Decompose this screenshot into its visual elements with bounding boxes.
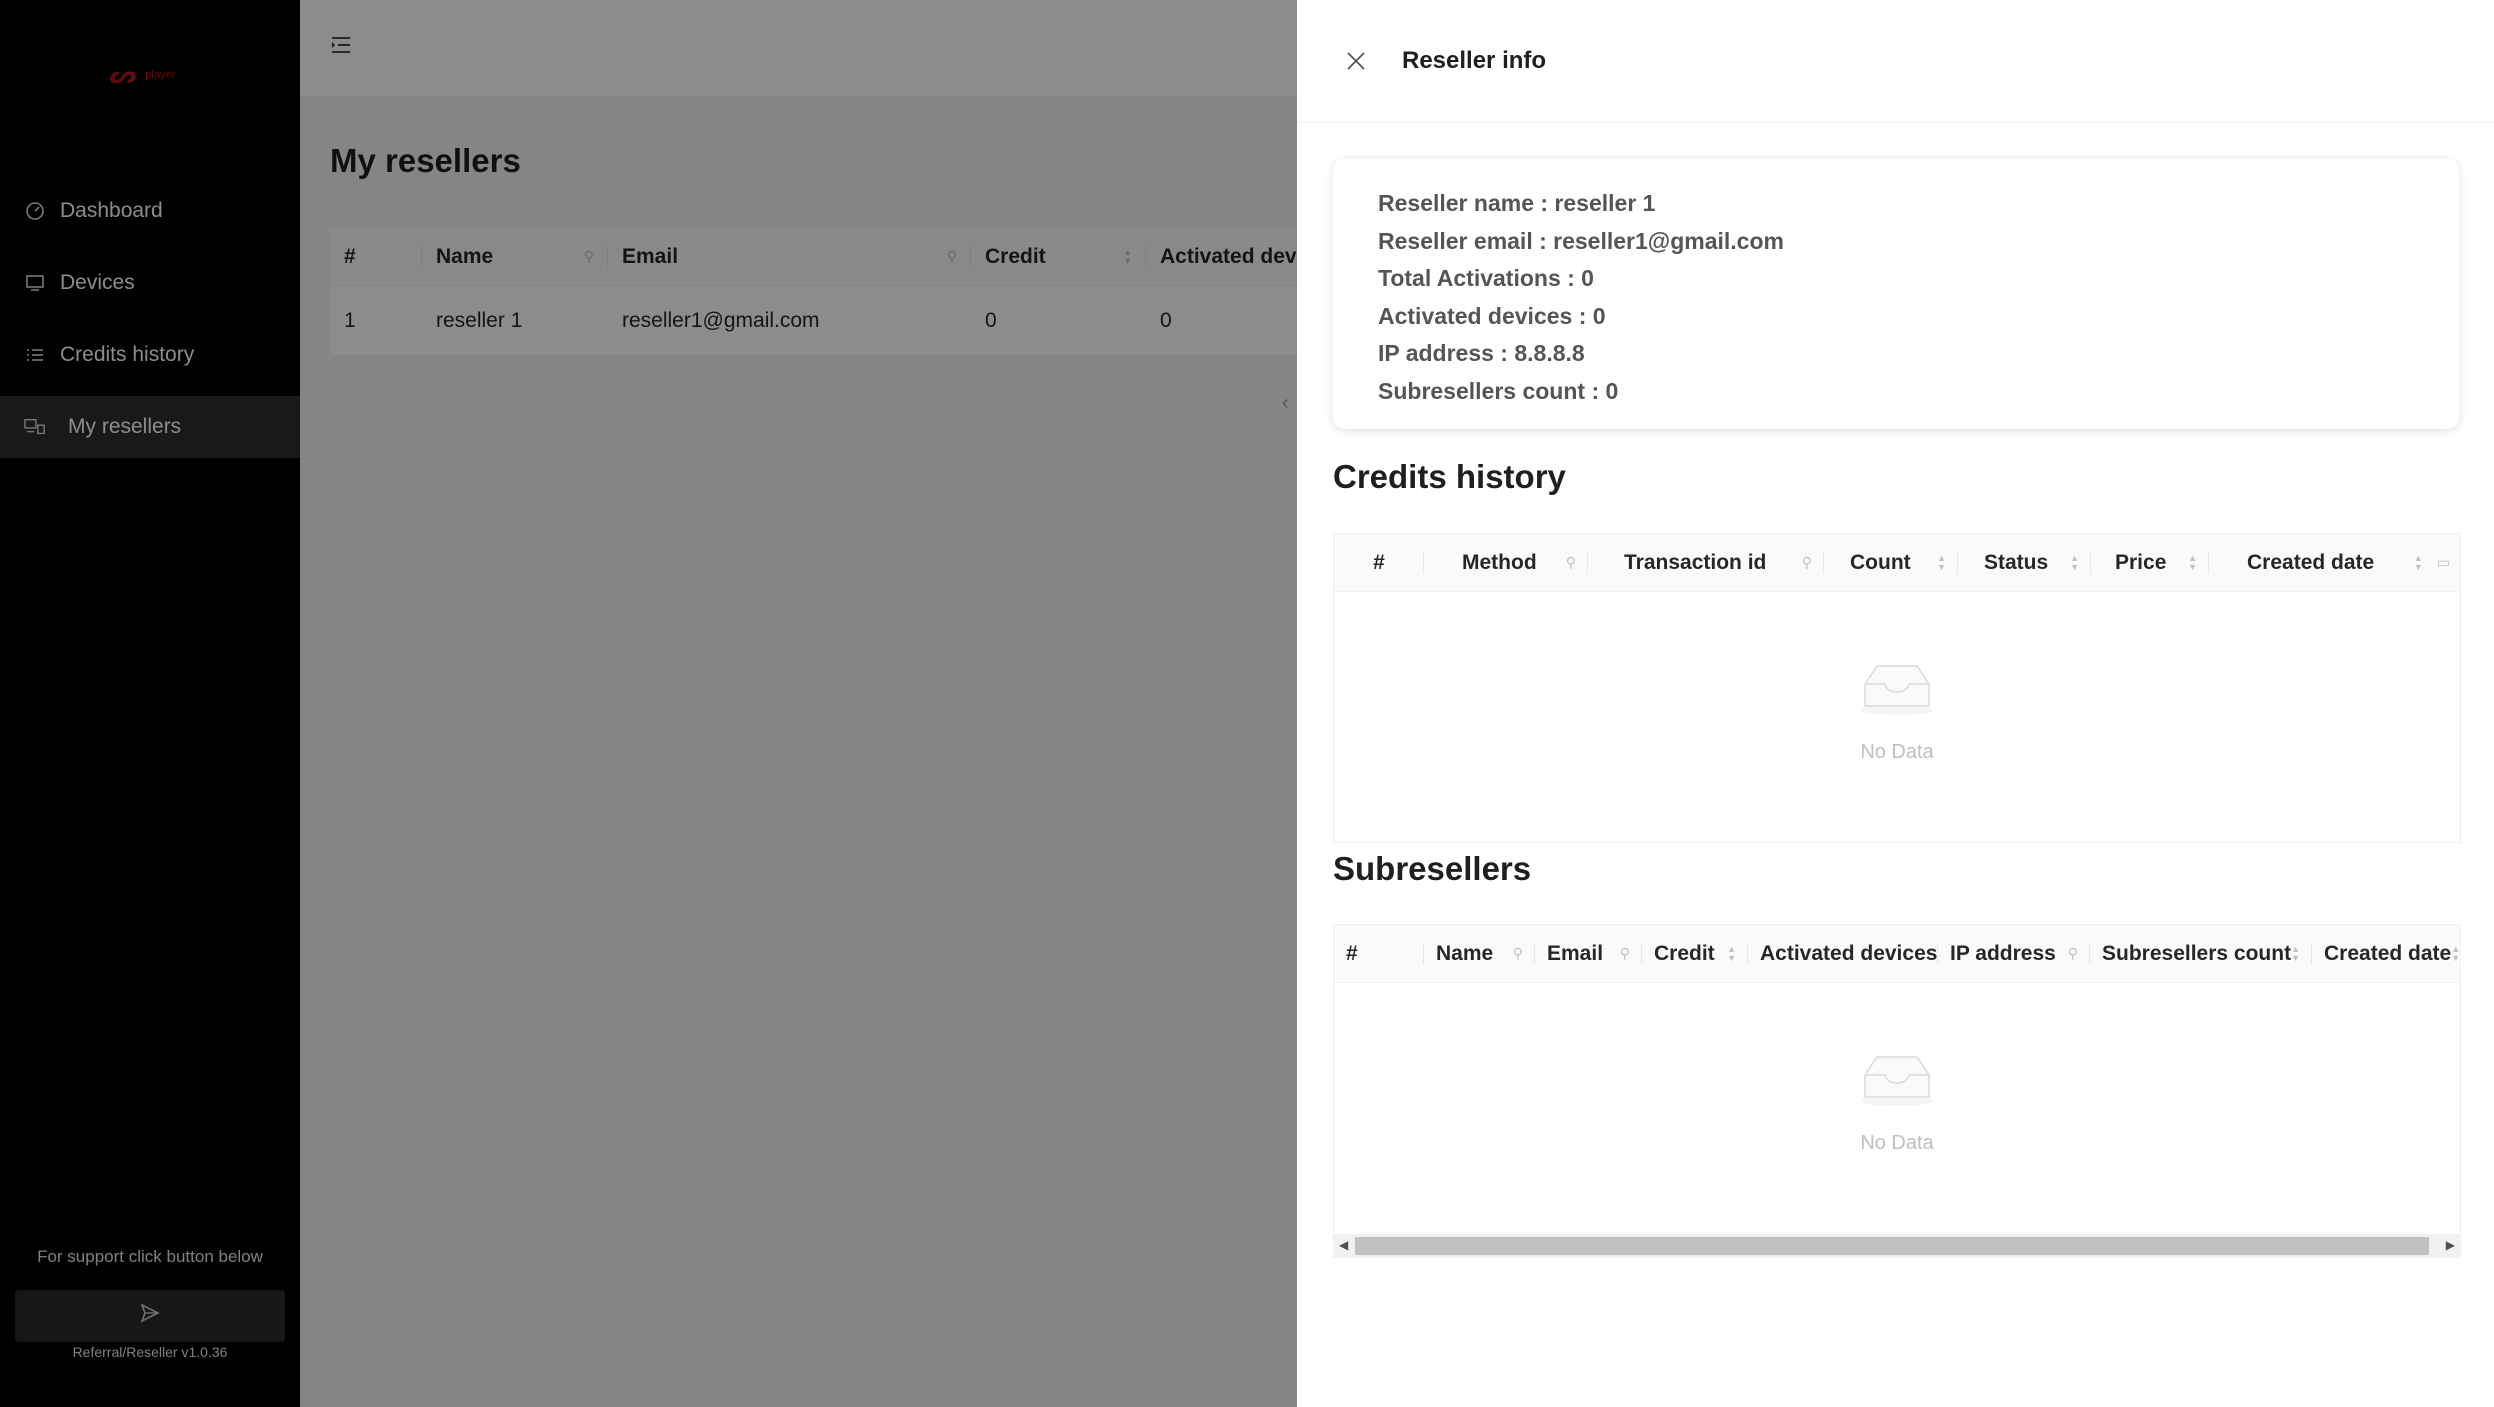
table-header-row: # Name ⚲ Email ⚲ Credit ▲ ▼ Activated device…	[1334, 925, 2460, 983]
sort-icon[interactable]: ▲ ▼	[1727, 944, 1736, 963]
reseller-info-card: Reseller name : reseller 1 Reseller emai…	[1333, 159, 2459, 429]
column-header[interactable]: Count ▲ ▼	[1824, 534, 1958, 591]
sort-icon[interactable]: ▲ ▼	[1937, 553, 1946, 572]
column-header: #	[1334, 534, 1424, 591]
scrollbar-thumb[interactable]	[1355, 1237, 2429, 1255]
credits-history-table: # Method ⚲ Transaction id ⚲ Count ▲ ▼ Status…	[1333, 533, 2461, 843]
info-activated-devices: Activated devices : 0	[1378, 302, 1606, 329]
search-icon[interactable]: ⚲	[1620, 945, 1630, 962]
column-header: Activated devices	[1748, 925, 1938, 982]
scroll-left-icon[interactable]: ◀	[1339, 1238, 1348, 1252]
column-header[interactable]: Name ⚲	[1424, 925, 1535, 982]
sort-icon[interactable]: ▲ ▼	[2188, 553, 2197, 572]
search-icon[interactable]: ⚲	[1802, 554, 1812, 571]
column-header[interactable]: Method ⚲	[1424, 534, 1588, 591]
sort-icon[interactable]: ▲ ▼	[2291, 944, 2300, 963]
empty-text: No Data	[1860, 741, 1934, 763]
column-header[interactable]: Email ⚲	[1535, 925, 1642, 982]
column-header[interactable]: IP address ⚲	[1938, 925, 2090, 982]
column-header[interactable]: Credit ▲ ▼	[1642, 925, 1748, 982]
horizontal-scrollbar[interactable]: ◀ ▶	[1333, 1234, 2461, 1258]
info-subresellers-count: Subresellers count : 0	[1378, 377, 1619, 404]
calendar-icon[interactable]: ▭	[2437, 554, 2450, 571]
info-total-activations: Total Activations : 0	[1378, 265, 1594, 292]
column-header[interactable]: Price ▲ ▼	[2091, 534, 2209, 591]
sort-icon[interactable]: ▲ ▼	[2414, 553, 2423, 572]
subresellers-title: Subresellers	[1333, 850, 1532, 887]
info-email: Reseller email : reseller1@gmail.com	[1378, 227, 1784, 254]
empty-text: No Data	[1860, 1132, 1934, 1154]
column-header[interactable]: Transaction id ⚲	[1588, 534, 1824, 591]
empty-box-icon	[1861, 665, 1933, 715]
drawer-header: Reseller info	[1297, 0, 2494, 123]
column-header[interactable]: Created date ▲ ▼	[2312, 925, 2460, 982]
sort-icon[interactable]: ▲ ▼	[2070, 553, 2079, 572]
search-icon[interactable]: ⚲	[2068, 945, 2078, 962]
reseller-info-drawer: Reseller info Reseller name : reseller 1…	[1297, 0, 2494, 1407]
column-header[interactable]: Created date ▲ ▼ ▭	[2209, 534, 2460, 591]
info-ip-address: IP address : 8.8.8.8	[1378, 340, 1585, 367]
table-header-row: # Method ⚲ Transaction id ⚲ Count ▲ ▼ Status…	[1334, 534, 2460, 592]
close-icon[interactable]	[1342, 47, 1370, 75]
drawer-title: Reseller info	[1402, 47, 1547, 74]
column-header[interactable]: Subresellers count ▲ ▼	[2090, 925, 2312, 982]
info-name: Reseller name : reseller 1	[1378, 190, 1656, 216]
scroll-right-icon[interactable]: ▶	[2446, 1238, 2455, 1252]
sort-icon[interactable]: ▲ ▼	[2451, 944, 2460, 963]
subresellers-table: # Name ⚲ Email ⚲ Credit ▲ ▼ Activated device…	[1333, 924, 2461, 1258]
search-icon[interactable]: ⚲	[1566, 554, 1576, 571]
empty-box-icon	[1861, 1056, 1933, 1106]
credits-history-title: Credits history	[1333, 458, 1566, 495]
column-header: #	[1334, 925, 1424, 982]
empty-state: No Data	[1334, 983, 2460, 1233]
empty-state: No Data	[1334, 592, 2460, 842]
column-header[interactable]: Status ▲ ▼	[1958, 534, 2091, 591]
search-icon[interactable]: ⚲	[1513, 945, 1523, 962]
